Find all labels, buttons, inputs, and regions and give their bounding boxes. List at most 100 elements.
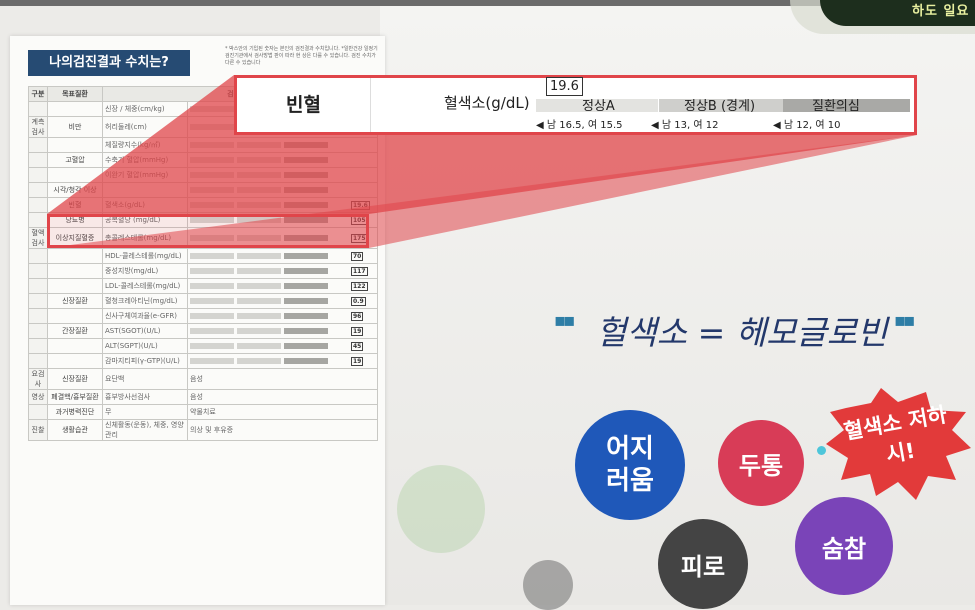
level-bar xyxy=(284,342,328,349)
table-row: 빈혈 혈색소(g/dL) 19.6 xyxy=(28,197,378,213)
item-cell: HDL-콜레스테롤(mg/dL) xyxy=(102,248,188,264)
level-bar xyxy=(284,312,328,319)
category-cell xyxy=(28,404,48,420)
table-row: 중성지방(mg/dL) 117 xyxy=(28,263,378,279)
symptom-label: 숨참 xyxy=(821,534,867,563)
item-cell: 무 xyxy=(102,404,188,420)
disease-cell: 생활습관 xyxy=(47,419,103,441)
decorative-dot xyxy=(817,446,826,455)
result-text: 약물치료 xyxy=(190,408,216,416)
level-bar xyxy=(284,201,328,208)
level-bar xyxy=(190,267,234,274)
category-cell xyxy=(28,167,48,183)
level-bar xyxy=(284,157,328,163)
item-cell: 감마지티피(γ-GTP)(U/L) xyxy=(102,353,188,369)
category-cell xyxy=(28,152,48,168)
level-bar xyxy=(284,297,328,304)
item-cell: 이완기 혈압(mmHg) xyxy=(102,167,188,183)
zoom-value-box: 19.6 xyxy=(546,77,583,96)
corner-text: 하도 일요 xyxy=(912,4,970,19)
level-bars-cell xyxy=(187,152,378,168)
category-cell xyxy=(28,182,48,198)
category-cell xyxy=(28,323,48,339)
zoom-callout: 빈혈 혈색소(g/dL) 19.6 정상A 정상B (경계) 질환의심 ◀ 남 … xyxy=(234,75,917,135)
item-cell: 신사구체여과율(e-GFR) xyxy=(102,308,188,324)
item-cell: 신체활동(운동), 체중, 영양 관리 xyxy=(102,419,188,441)
level-bars-cell: 45 xyxy=(187,338,378,354)
level-bar xyxy=(237,187,281,193)
result-table: 구분 목표질환 검진항목 신장 / 체중(cm/kg)계측검사비만허리둘레(cm… xyxy=(28,86,378,441)
level-bar xyxy=(190,252,234,259)
disease-cell: 간장질환 xyxy=(47,323,103,339)
level-bars-cell: 96 xyxy=(187,308,378,324)
disease-cell: 과거병력진단 xyxy=(47,404,103,420)
level-bar xyxy=(284,357,328,364)
disease-cell: 신장질환 xyxy=(47,368,103,390)
disease-cell xyxy=(47,248,103,264)
level-bars-cell: 의상 및 후유증 xyxy=(187,419,378,441)
value-box: 19 xyxy=(351,326,364,336)
category-cell xyxy=(28,353,48,369)
level-bars-cell: 19 xyxy=(187,323,378,339)
symptom-label: 두통 xyxy=(738,451,784,480)
level-bar xyxy=(237,267,281,274)
level-bar xyxy=(190,297,234,304)
item-cell: 혈청크레아티닌(mg/dL) xyxy=(102,293,188,309)
level-bar xyxy=(190,312,234,319)
table-row: 고혈압 수축기 혈압(mmHg) xyxy=(28,152,378,168)
level-bar xyxy=(237,312,281,319)
item-cell: AST(SGOT)(U/L) xyxy=(102,323,188,339)
level-bar xyxy=(190,357,234,364)
value-box: 96 xyxy=(351,311,364,321)
level-bars-cell: 19 xyxy=(187,353,378,369)
disease-cell xyxy=(47,353,103,369)
highlight-box-anemia-row xyxy=(47,214,369,248)
level-bars-cell: 0.9 xyxy=(187,293,378,309)
level-bars-cell: 117 xyxy=(187,263,378,279)
category-cell: 영상 xyxy=(28,389,48,405)
item-cell: 흉부방사선검사 xyxy=(102,389,188,405)
level-bar xyxy=(237,172,281,178)
level-bar xyxy=(190,327,234,334)
threshold-label: ◀ 남 12, 여 10 xyxy=(773,120,841,131)
disease-cell: 시각/청각 이상 xyxy=(47,182,103,198)
disease-cell xyxy=(47,308,103,324)
item-cell: 허리둘레(cm) xyxy=(102,116,188,138)
level-bar xyxy=(284,172,328,178)
slogan-text: 헐색소 = 헤모글로빈 xyxy=(596,313,888,352)
level-bar xyxy=(237,142,281,148)
level-bar xyxy=(284,327,328,334)
symptom-breathless: 숨참 xyxy=(795,497,893,595)
table-row: ALT(SGPT)(U/L) 45 xyxy=(28,338,378,354)
level-bars-cell xyxy=(187,182,378,198)
result-text: 의상 및 후유증 xyxy=(190,426,234,434)
item-cell: LDL-콜레스테롤(mg/dL) xyxy=(102,278,188,294)
result-text: 음성 xyxy=(190,375,203,383)
level-bar xyxy=(190,187,234,193)
category-cell xyxy=(28,263,48,279)
item-cell: 신장 / 체중(cm/kg) xyxy=(102,101,188,117)
table-row: 과거병력진단 무 약물치료 xyxy=(28,404,378,420)
symptom-fatigue: 피로 xyxy=(658,519,748,609)
item-cell: 수축기 혈압(mmHg) xyxy=(102,152,188,168)
item-cell: ALT(SGPT)(U/L) xyxy=(102,338,188,354)
level-bars-cell xyxy=(187,167,378,183)
level-bar xyxy=(237,157,281,163)
level-bar xyxy=(237,252,281,259)
level-bars-cell: 122 xyxy=(187,278,378,294)
category-cell: 혈액검사 xyxy=(28,227,48,249)
disease-cell: 비만 xyxy=(47,116,103,138)
category-cell: 계측검사 xyxy=(28,116,48,138)
table-row: 체질량지수(kg/㎡) xyxy=(28,137,378,153)
category-cell xyxy=(28,278,48,294)
table-row: HDL-콜레스테롤(mg/dL) 70 xyxy=(28,248,378,264)
symptom-label: 어지 러움 xyxy=(606,434,654,496)
symptom-dizziness: 어지 러움 xyxy=(575,410,685,520)
category-cell: 요검사 xyxy=(28,368,48,390)
disease-cell: 신장질환 xyxy=(47,293,103,309)
level-label: 정상A xyxy=(582,99,615,114)
doc-title: 나의검진결과 수치는? xyxy=(28,50,190,76)
corner-logo: 하도 일요 xyxy=(820,0,975,26)
disease-cell: 폐결핵/흉부질환 xyxy=(47,389,103,405)
level-bars-cell: 19.6 xyxy=(187,197,378,213)
